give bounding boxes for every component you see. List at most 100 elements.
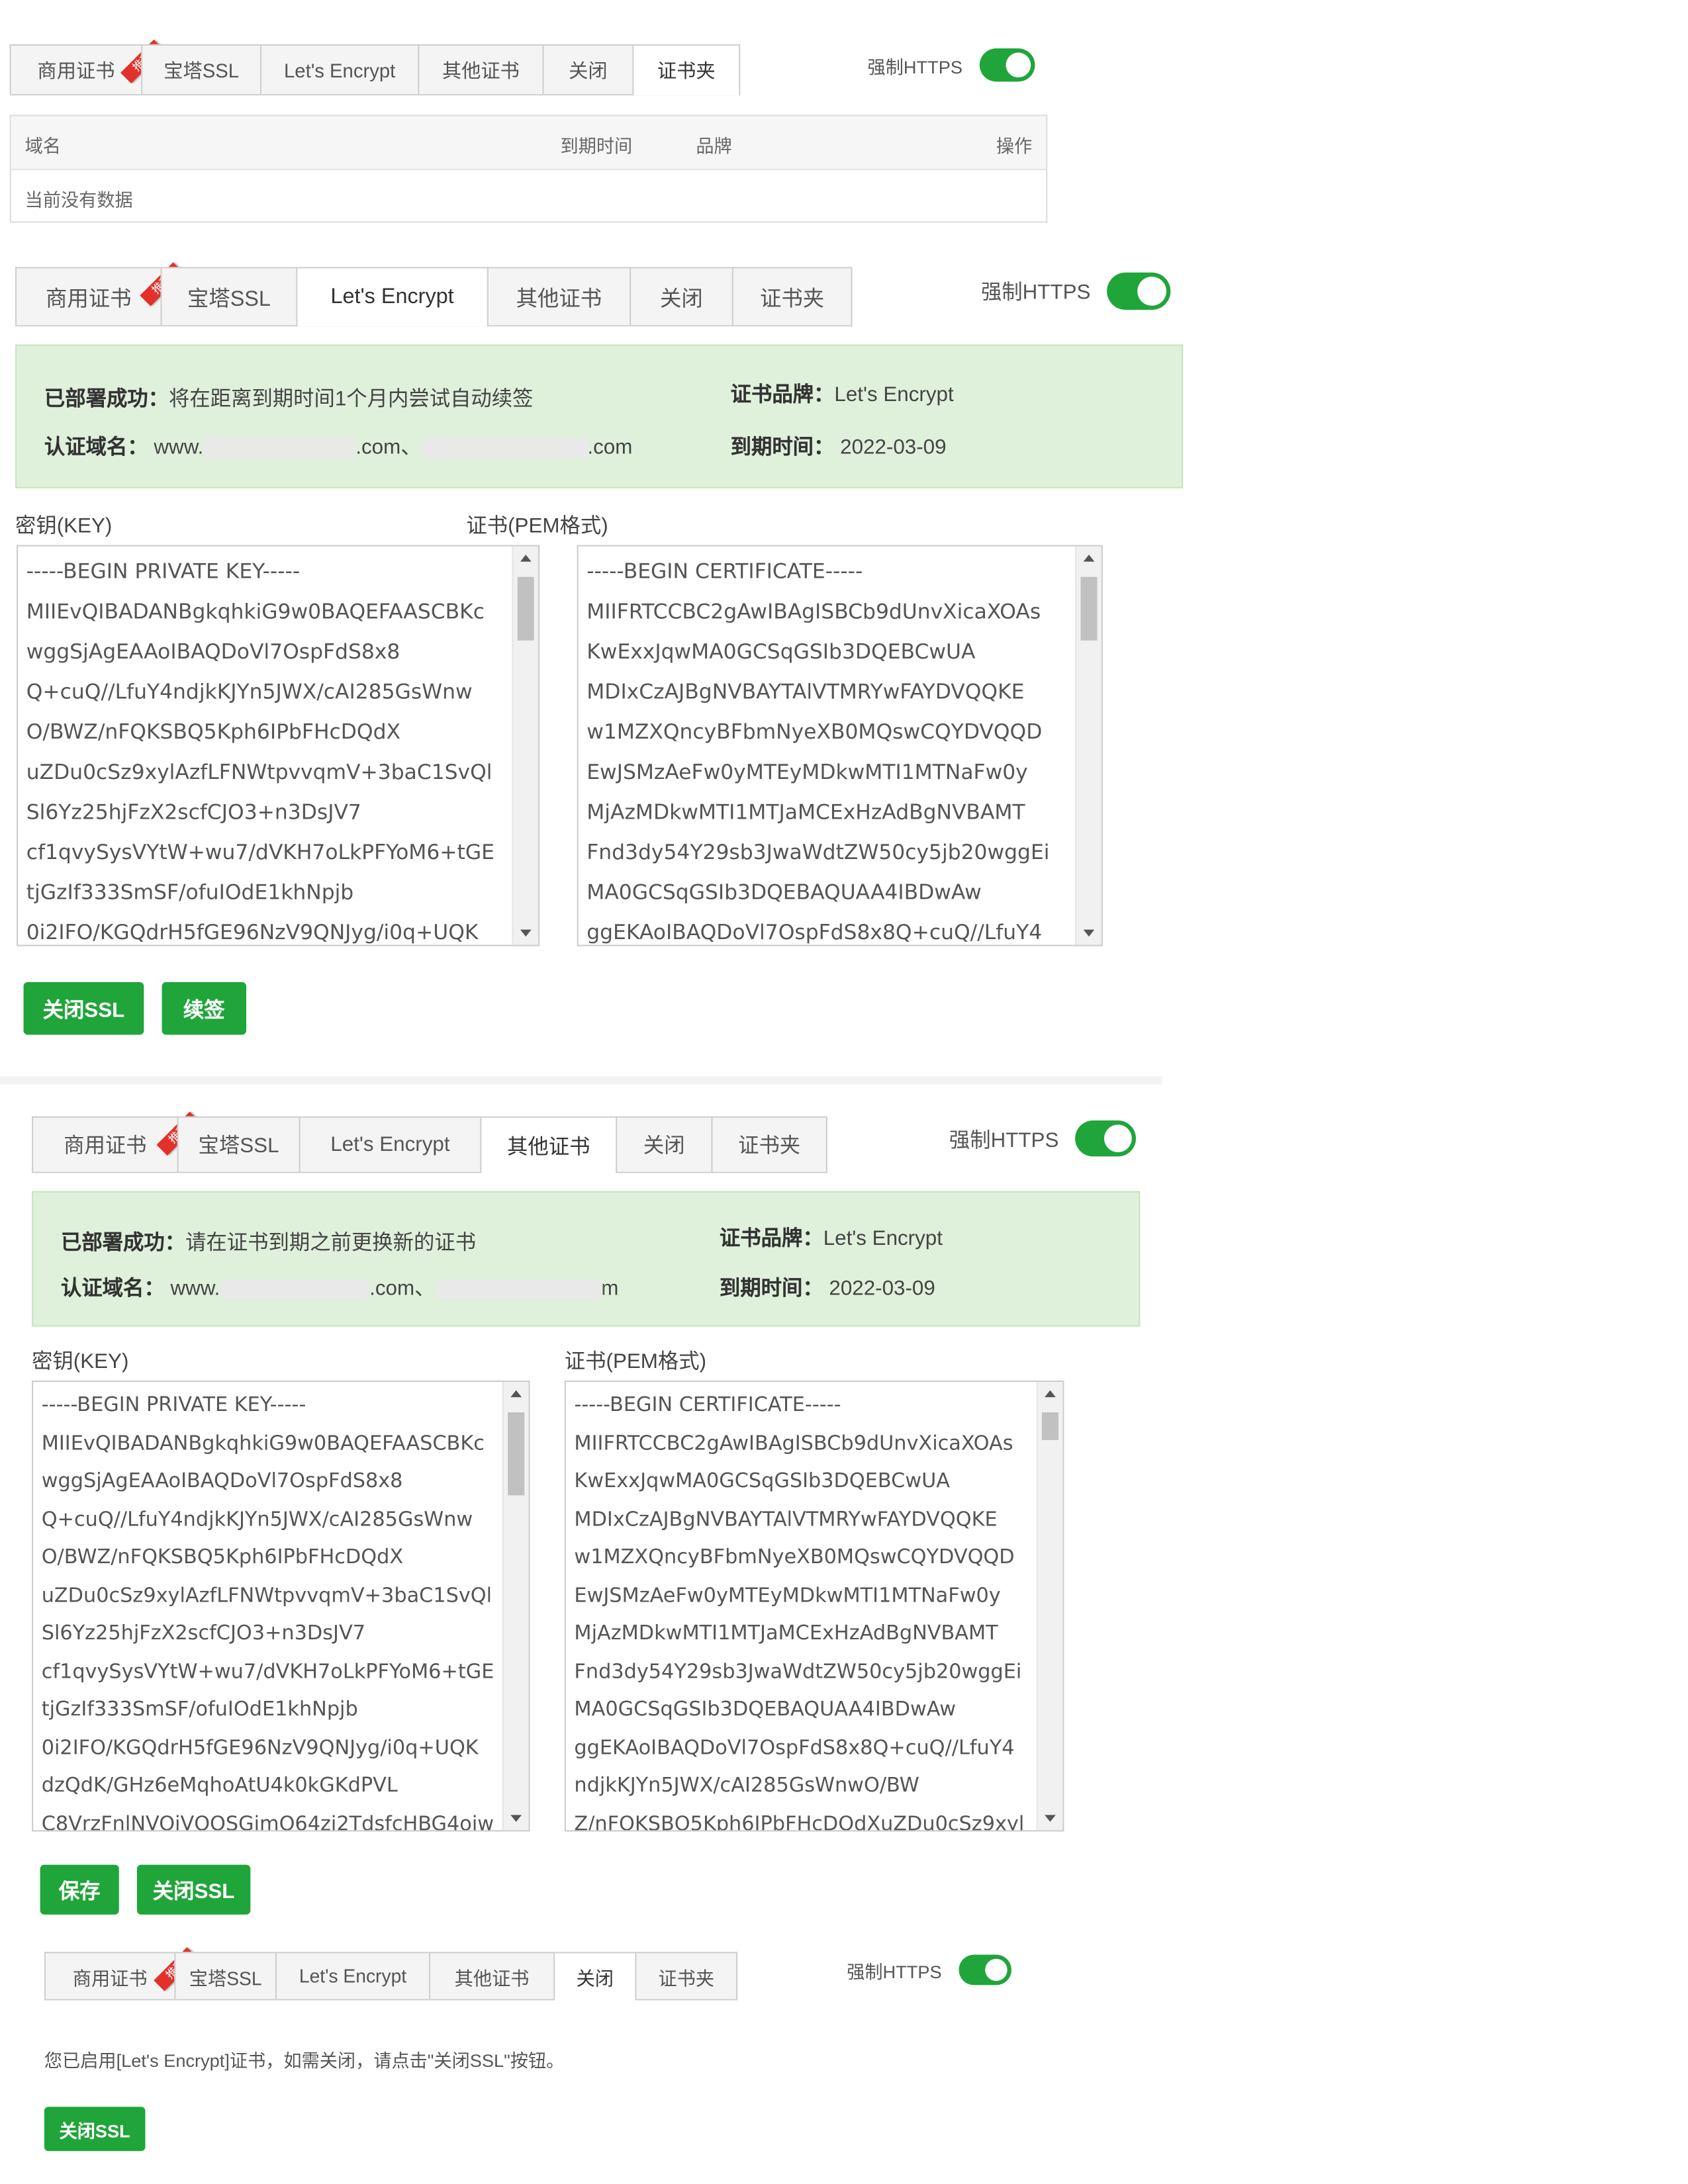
tab-label: 商用证书 <box>72 1968 148 1989</box>
scrollbar[interactable] <box>1036 1382 1063 1831</box>
text-line: MjAzMDkwMTI1MTJaMCExHzAdBgNVBAMT <box>574 1622 998 1645</box>
tab-label: 关闭 <box>576 1968 614 1989</box>
domain-suffix: .com <box>587 435 633 459</box>
tab-other-cert[interactable]: 其他证书 <box>428 1952 554 1999</box>
scroll-down-arrow-icon[interactable] <box>520 929 532 937</box>
scroll-thumb[interactable] <box>1080 576 1098 641</box>
text-line: uZDu0cSz9xylAzfLFNWtpvvqmV+3baC1SvQl <box>26 759 492 785</box>
text-line: EwJSMzAeFw0yMTEyMDkwMTI1MTNaFw0y <box>586 759 1028 785</box>
text-line: MjAzMDkwMTI1MTJaMCExHzAdBgNVBAMT <box>586 799 1025 825</box>
tab-lets-encrypt[interactable]: Let's Encrypt <box>275 1952 429 1999</box>
scroll-up-arrow-icon[interactable] <box>510 1390 522 1398</box>
tab-cert-folder[interactable]: 证书夹 <box>731 267 853 326</box>
renew-button[interactable]: 续签 <box>162 982 247 1035</box>
save-button[interactable]: 保存 <box>40 1864 119 1915</box>
page: 商用证书推荐宝塔SSLLet's Encrypt其他证书关闭证书夹 强制HTTP… <box>0 0 1688 2175</box>
tab-commercial-cert[interactable]: 商用证书推荐 <box>15 262 184 326</box>
tab-other-cert[interactable]: 其他证书 <box>480 1116 616 1173</box>
scrollbar[interactable] <box>1075 546 1102 945</box>
tab-close[interactable]: 关闭 <box>616 1116 712 1172</box>
scroll-up-arrow-icon[interactable] <box>1083 555 1095 562</box>
scroll-down-arrow-icon[interactable] <box>510 1815 522 1822</box>
scroll-thumb[interactable] <box>517 576 534 641</box>
scroll-thumb[interactable] <box>1041 1412 1059 1440</box>
key-textarea[interactable]: -----BEGIN PRIVATE KEY----- MIIEvQIBADANB… <box>17 545 540 946</box>
tab-lets-encrypt[interactable]: Let's Encrypt <box>296 267 487 327</box>
toggle-knob <box>1005 52 1031 78</box>
text-line: Fnd3dy54Y29sb3JwaWdtZW50cy5jb20wggEi <box>586 839 1050 865</box>
tab-other-cert[interactable]: 其他证书 <box>418 44 543 95</box>
tab-baota-ssl[interactable]: 宝塔SSL <box>160 267 297 326</box>
tab-baota-ssl[interactable]: 宝塔SSL <box>177 1116 299 1172</box>
text-line: w1MZXQncyBFbmNyeXB0MQswCQYDVQQD <box>574 1546 1015 1569</box>
tab-label: 关闭 <box>643 1134 685 1158</box>
tab-cert-folder[interactable]: 证书夹 <box>635 1952 738 1999</box>
tab-baota-ssl[interactable]: 宝塔SSL <box>174 1952 275 1999</box>
tab-lets-encrypt[interactable]: Let's Encrypt <box>259 44 418 95</box>
cert-textarea[interactable]: -----BEGIN CERTIFICATE----- MIIFRTCCBC2gA… <box>577 545 1103 946</box>
deploy-status-box: 已部署成功：将在距离到期时间1个月内尝试自动续签 认证域名： www. .com、… <box>15 344 1184 488</box>
panel-close-ssl: 商用证书推荐宝塔SSL Let's Encrypt 其他证书 关闭 证书夹 强制HTTP… <box>44 1947 1020 2160</box>
text-line: wggSjAgEAAoIBAQDoVl7OspFdS8x8 <box>26 639 400 664</box>
tab-label: 宝塔SSL <box>187 287 271 311</box>
key-label: 密钥(KEY) <box>32 1350 129 1374</box>
text-line: w1MZXQncyBFbmNyeXB0MQswCQYDVQQD <box>586 719 1043 745</box>
section-divider <box>0 1076 1162 1085</box>
tab-other-cert[interactable]: 其他证书 <box>487 267 630 326</box>
text-line: -----BEGIN PRIVATE KEY----- <box>26 559 301 584</box>
text-line: uZDu0cSz9xylAzfLFNWtpvvqmV+3baC1SvQl <box>41 1584 492 1607</box>
tab-commercial-cert[interactable]: 商用证书推荐 <box>44 1947 198 1999</box>
cert-lines: -----BEGIN CERTIFICATE----- MIIFRTCCBC2gA… <box>574 1387 1035 1830</box>
tab-cert-folder[interactable]: 证书夹 <box>711 1116 827 1172</box>
tab-close[interactable]: 关闭 <box>542 44 633 95</box>
text-line: KwExxJqwMA0GCSqGSIb3DQEBCwUA <box>574 1470 951 1493</box>
scroll-down-arrow-icon[interactable] <box>1083 929 1095 937</box>
table-empty-row: 当前没有数据 <box>11 170 1046 222</box>
text-line: ggEKAoIBAQDoVl7OspFdS8x8Q+cuQ//LfuY4 <box>574 1737 1015 1759</box>
text-line: MDIxCzAJBgNVBAYTAlVTMRYwFAYDVQQKE <box>586 679 1025 704</box>
text-line: MDIxCzAJBgNVBAYTAlVTMRYwFAYDVQQKE <box>574 1508 998 1531</box>
text-line: MA0GCSqGSIb3DQEBAQUAA4IBDwAw <box>574 1698 957 1721</box>
close-ssl-button[interactable]: 关闭SSL <box>44 2107 146 2152</box>
tab-close[interactable]: 关闭 <box>630 267 732 326</box>
tab-label: 其他证书 <box>454 1968 530 1989</box>
force-https-toggle[interactable] <box>1107 272 1171 310</box>
force-https-toggle[interactable] <box>958 1954 1011 1985</box>
expiry-value: 2022-03-09 <box>840 435 947 459</box>
text-line: O/BWZ/nFQKSBQ5Kph6IPbFHcDQdX <box>26 719 400 745</box>
tab-label: Let's Encrypt <box>299 1966 407 1987</box>
cert-label: 证书(PEM格式) <box>466 514 608 539</box>
cert-textarea[interactable]: -----BEGIN CERTIFICATE----- MIIFRTCCBC2gA… <box>564 1381 1064 1832</box>
tab-commercial-cert[interactable]: 商用证书推荐 <box>32 1111 201 1172</box>
text-line: tjGzIf333SmSF/ofuIOdE1khNpjb <box>41 1698 358 1721</box>
expiry-line: 到期时间： 2022-03-09 <box>720 1273 935 1302</box>
redacted-domain <box>220 1279 370 1299</box>
expiry-label: 到期时间： <box>730 435 835 459</box>
scrollbar[interactable] <box>502 1382 529 1831</box>
deploy-status-box: 已部署成功：请在证书到期之前更换新的证书 认证域名： www. .com、 m 证书… <box>32 1191 1141 1327</box>
scroll-up-arrow-icon[interactable] <box>520 555 532 562</box>
scrollbar[interactable] <box>512 546 539 945</box>
panel-lets-encrypt: 商用证书推荐宝塔SSL Let's Encrypt 其他证书 关闭 证书夹 强制HTTP… <box>15 262 1192 1042</box>
tab-close[interactable]: 关闭 <box>553 1952 635 2001</box>
brand-line: 证书品牌：Let's Encrypt <box>731 379 954 408</box>
text-line: 0i2IFO/KGQdrH5fGE96NzV9QNJyg/i0q+UQK <box>41 1737 479 1759</box>
key-textarea[interactable]: -----BEGIN PRIVATE KEY----- MIIEvQIBADANB… <box>32 1381 530 1832</box>
tab-cert-folder[interactable]: 证书夹 <box>632 44 741 96</box>
scroll-down-arrow-icon[interactable] <box>1045 1815 1056 1822</box>
tab-lets-encrypt[interactable]: Let's Encrypt <box>299 1116 481 1172</box>
expiry-label: 到期时间： <box>719 1277 823 1300</box>
force-https-toggle[interactable] <box>1075 1120 1137 1157</box>
force-https-toggle[interactable] <box>979 48 1035 82</box>
tab-commercial-cert[interactable]: 商用证书推荐 <box>9 39 165 95</box>
tab-label: 其他证书 <box>507 1135 590 1159</box>
close-ssl-button[interactable]: 关闭SSL <box>136 1864 251 1915</box>
scroll-up-arrow-icon[interactable] <box>1045 1390 1056 1398</box>
close-ssl-button[interactable]: 关闭SSL <box>23 982 144 1035</box>
force-https: 强制HTTPS <box>981 272 1171 310</box>
force-https-label: 强制HTTPS <box>949 1128 1059 1152</box>
text-line: ndjkKJYn5JWX/cAI285GsWnwO/BW <box>574 1774 919 1797</box>
tab-baota-ssl[interactable]: 宝塔SSL <box>141 44 260 95</box>
tab-label: 证书夹 <box>657 59 716 82</box>
scroll-thumb[interactable] <box>508 1412 525 1496</box>
